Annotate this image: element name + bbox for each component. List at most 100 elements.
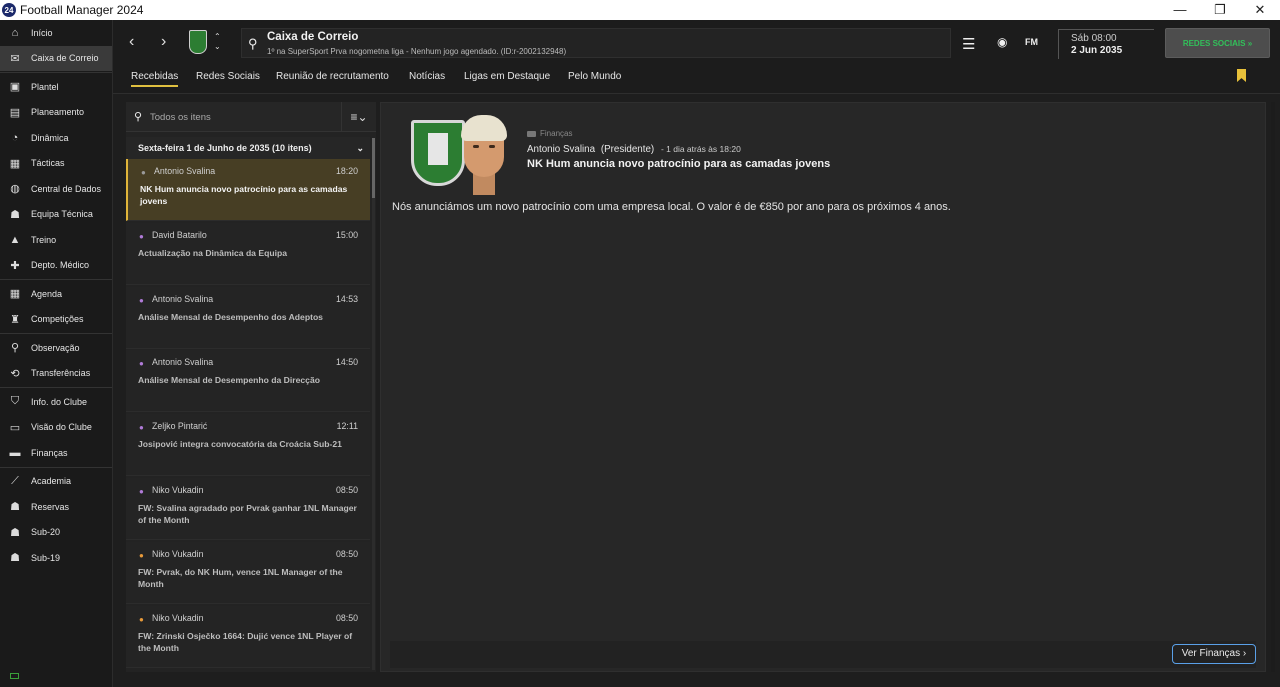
tab-4[interactable]: Ligas em Destaque bbox=[464, 71, 550, 82]
sidebar-item-6[interactable]: ◍ Central de Dados bbox=[0, 176, 112, 202]
window-controls: — ❐ ✕ bbox=[1160, 0, 1280, 20]
date-group-header[interactable]: Sexta-feira 1 de Junho de 2035 (10 itens… bbox=[126, 137, 370, 159]
sidebar-item-label: Academia bbox=[31, 476, 72, 487]
sidebar-item-7[interactable]: ☗ Equipa Técnica bbox=[0, 202, 112, 228]
game-date[interactable]: Sáb 08:00 2 Jun 2035 bbox=[1058, 29, 1154, 59]
sidebar-item-label: Observação bbox=[31, 342, 80, 353]
sidebar-divider bbox=[0, 333, 112, 334]
sidebar-item-4[interactable]: ◔ Dinâmica bbox=[0, 125, 112, 151]
sidebar-item-label: Competições bbox=[31, 314, 84, 325]
club-switch-arrows-icon[interactable]: ⌃ ⌄ bbox=[214, 32, 221, 52]
view-finances-button[interactable]: Ver Finanças › bbox=[1172, 644, 1256, 664]
sidebar-item-0[interactable]: ⌂ Início bbox=[0, 20, 112, 46]
filter-menu-icon[interactable]: ≡⌄ bbox=[341, 102, 376, 132]
sidebar-item-3[interactable]: ▤ Planeamento bbox=[0, 100, 112, 126]
location-search-bar[interactable]: ⚲ Caixa de Correio 1º na SuperSport Prva… bbox=[241, 28, 951, 58]
sidebar: ⌂ Início ✉ Caixa de Correio ▣ Plantel ▤ Planeam… bbox=[0, 20, 113, 687]
menu-icon[interactable]: ☰ bbox=[962, 35, 975, 53]
page-scrollbar[interactable] bbox=[1271, 102, 1275, 672]
sidebar-item-label: Agenda bbox=[31, 288, 63, 299]
message-footer bbox=[390, 641, 1256, 668]
finance-icon: ▬ bbox=[9, 446, 21, 459]
club-badge-icon[interactable] bbox=[189, 30, 207, 54]
message-from: Antonio Svalina (Presidente) - 1 dia atr… bbox=[527, 144, 741, 155]
message-subject: Análise Mensal de Desempenho da Direcção bbox=[138, 375, 320, 386]
date-full: 2 Jun 2035 bbox=[1071, 45, 1123, 56]
sidebar-item-1[interactable]: ✉ Caixa de Correio bbox=[0, 45, 112, 71]
message-item[interactable]: ● Antonio Svalina 14:50 Análise Mensal de D… bbox=[126, 350, 370, 413]
tab-2[interactable]: Reunião de recrutamento bbox=[276, 71, 389, 82]
training-icon: ▲ bbox=[9, 233, 21, 246]
clipboard-icon: ▤ bbox=[9, 106, 21, 119]
sidebar-item-10[interactable]: ▦ Agenda bbox=[0, 281, 112, 307]
tab-5[interactable]: Pelo Mundo bbox=[568, 71, 621, 82]
message-item[interactable]: ● Antonio Svalina 14:53 Análise Mensal de D… bbox=[126, 286, 370, 349]
message-time: 18:20 bbox=[335, 166, 358, 176]
message-item[interactable]: ● Niko Vukadin 08:50 FW: Pvrak, do NK Hum, … bbox=[126, 541, 370, 604]
message-sender: Antonio Svalina bbox=[152, 293, 214, 304]
sidebar-item-label: Dinâmica bbox=[31, 132, 69, 143]
message-subject: FW: Zrinski Osječko 1664: Dujić vence 1N… bbox=[138, 630, 353, 653]
sidebar-item-20[interactable]: ☗ Sub-19 bbox=[0, 545, 112, 571]
fm-menu-button[interactable]: FM bbox=[1025, 37, 1038, 47]
u20-icon: ☗ bbox=[10, 526, 20, 539]
sidebar-item-label: Equipa Técnica bbox=[31, 209, 93, 220]
scrollbar-thumb[interactable] bbox=[372, 138, 375, 198]
minimize-button[interactable]: — bbox=[1160, 0, 1200, 20]
sidebar-item-label: Treino bbox=[31, 234, 57, 245]
message-detail: Finanças Antonio Svalina (Presidente) - … bbox=[380, 102, 1266, 672]
sender-avatar-icon: ● bbox=[139, 359, 144, 369]
sidebar-item-8[interactable]: ▲ Treino bbox=[0, 227, 112, 253]
sidebar-item-15[interactable]: ▭ Visão do Clube bbox=[0, 415, 112, 441]
message-sender: David Batarilo bbox=[152, 229, 207, 240]
forward-button[interactable]: › bbox=[161, 33, 166, 51]
message-time: 15:00 bbox=[335, 229, 358, 240]
back-button[interactable]: ‹ bbox=[129, 33, 134, 51]
message-item[interactable]: ● Zeljko Pintarić 12:11 Josipović integra c… bbox=[126, 414, 370, 477]
sidebar-item-5[interactable]: ▦ Tácticas bbox=[0, 151, 112, 177]
close-button[interactable]: ✕ bbox=[1240, 0, 1280, 20]
sidebar-item-18[interactable]: ☗ Reservas bbox=[0, 494, 112, 520]
sidebar-item-9[interactable]: ✚ Depto. Médico bbox=[0, 253, 112, 279]
group-header-label: Sexta-feira 1 de Junho de 2035 (10 itens… bbox=[138, 143, 312, 153]
sender-portrait[interactable] bbox=[455, 113, 513, 195]
message-item[interactable]: ● David Batarilo 15:00 Actualização na Dinâ… bbox=[126, 222, 370, 285]
message-item[interactable]: ● Niko Vukadin 08:50 FW: Zrinski Osječko 16… bbox=[126, 605, 370, 668]
sidebar-item-label: Planeamento bbox=[31, 107, 85, 118]
maximize-button[interactable]: ❐ bbox=[1200, 0, 1240, 20]
bookmark-icon[interactable] bbox=[1237, 69, 1246, 82]
transfer-icon: ⟲ bbox=[10, 367, 20, 380]
list-search-bar[interactable]: ⚲ Todos os itens ≡⌄ bbox=[126, 102, 376, 132]
world-icon[interactable]: ◉ bbox=[997, 35, 1007, 49]
search-input[interactable]: Todos os itens bbox=[150, 112, 211, 123]
message-item[interactable]: ● Niko Vukadin 08:50 FW: Svalina agradado p… bbox=[126, 478, 370, 540]
message-time: 08:50 bbox=[335, 612, 358, 623]
sidebar-item-14[interactable]: ⛉ Info. do Clube bbox=[0, 389, 112, 415]
sidebar-divider bbox=[0, 387, 112, 388]
calendar-icon: ▦ bbox=[9, 288, 21, 301]
message-list-panel: ⚲ Todos os itens ≡⌄ Sexta-feira 1 de Jun… bbox=[126, 102, 376, 672]
message-subject: Actualização na Dinâmica da Equipa bbox=[138, 247, 288, 258]
sidebar-item-16[interactable]: ▬ Finanças bbox=[0, 440, 112, 466]
data-icon: ◍ bbox=[10, 183, 20, 196]
home-icon: ⌂ bbox=[11, 26, 19, 39]
chevron-down-icon[interactable]: ⌄ bbox=[356, 137, 364, 159]
sender-name[interactable]: Antonio Svalina bbox=[527, 144, 595, 155]
list-scrollbar[interactable] bbox=[372, 138, 375, 670]
social-media-button[interactable]: REDES SOCIAIS » bbox=[1165, 28, 1270, 58]
inbox-icon: ✉ bbox=[10, 52, 20, 65]
sidebar-item-label: Info. do Clube bbox=[31, 396, 88, 407]
tab-1[interactable]: Redes Sociais bbox=[196, 71, 260, 82]
medical-icon: ✚ bbox=[10, 259, 20, 272]
sidebar-item-13[interactable]: ⟲ Transferências bbox=[0, 361, 112, 387]
sidebar-item-11[interactable]: ♜ Competições bbox=[0, 307, 112, 333]
sidebar-item-19[interactable]: ☗ Sub-20 bbox=[0, 520, 112, 546]
message-item[interactable]: ● Antonio Svalina 18:20 NK Hum anuncia novo… bbox=[126, 159, 370, 221]
sidebar-item-2[interactable]: ▣ Plantel bbox=[0, 74, 112, 100]
sender-role: (Presidente) bbox=[600, 144, 655, 155]
sidebar-item-17[interactable]: ⟋ Academia bbox=[0, 469, 112, 495]
sidebar-item-12[interactable]: ⚲ Observação bbox=[0, 335, 112, 361]
tab-0[interactable]: Recebidas bbox=[131, 71, 179, 87]
message-category: Finanças bbox=[527, 129, 572, 138]
tab-3[interactable]: Notícias bbox=[409, 71, 445, 82]
